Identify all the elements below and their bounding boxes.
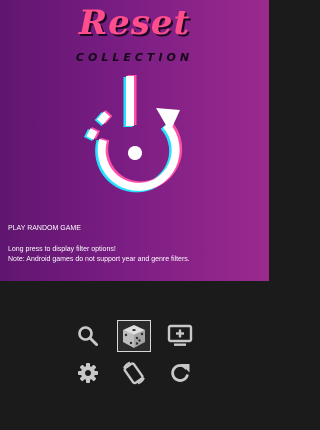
rotate-screen-icon bbox=[123, 361, 145, 385]
note-text: Note: Android games do not support year … bbox=[8, 256, 190, 263]
hint-text: Long press to display filter options! bbox=[8, 246, 116, 253]
settings-button[interactable] bbox=[72, 358, 104, 388]
random-game-button[interactable] bbox=[117, 320, 151, 352]
screen: Reset COLLECTION PLAY RANDOM GAME Long p… bbox=[0, 0, 269, 430]
section-title: PLAY RANDOM GAME bbox=[8, 225, 81, 232]
app-logo-title: Reset bbox=[78, 3, 191, 43]
refresh-button[interactable] bbox=[164, 358, 196, 388]
power-reset-icon bbox=[83, 75, 183, 193]
app-logo-subtitle: COLLECTION bbox=[75, 51, 194, 64]
search-button[interactable] bbox=[72, 321, 104, 351]
search-icon bbox=[78, 326, 98, 346]
add-to-tv-button[interactable] bbox=[164, 321, 196, 351]
hero-panel: Reset COLLECTION PLAY RANDOM GAME Long p… bbox=[0, 0, 269, 281]
refresh-icon bbox=[171, 364, 190, 382]
toolbar bbox=[0, 281, 269, 430]
gear-icon bbox=[78, 363, 98, 383]
rotate-screen-button[interactable] bbox=[118, 358, 150, 388]
tv-add-icon bbox=[167, 324, 193, 346]
dice-icon bbox=[123, 325, 145, 348]
